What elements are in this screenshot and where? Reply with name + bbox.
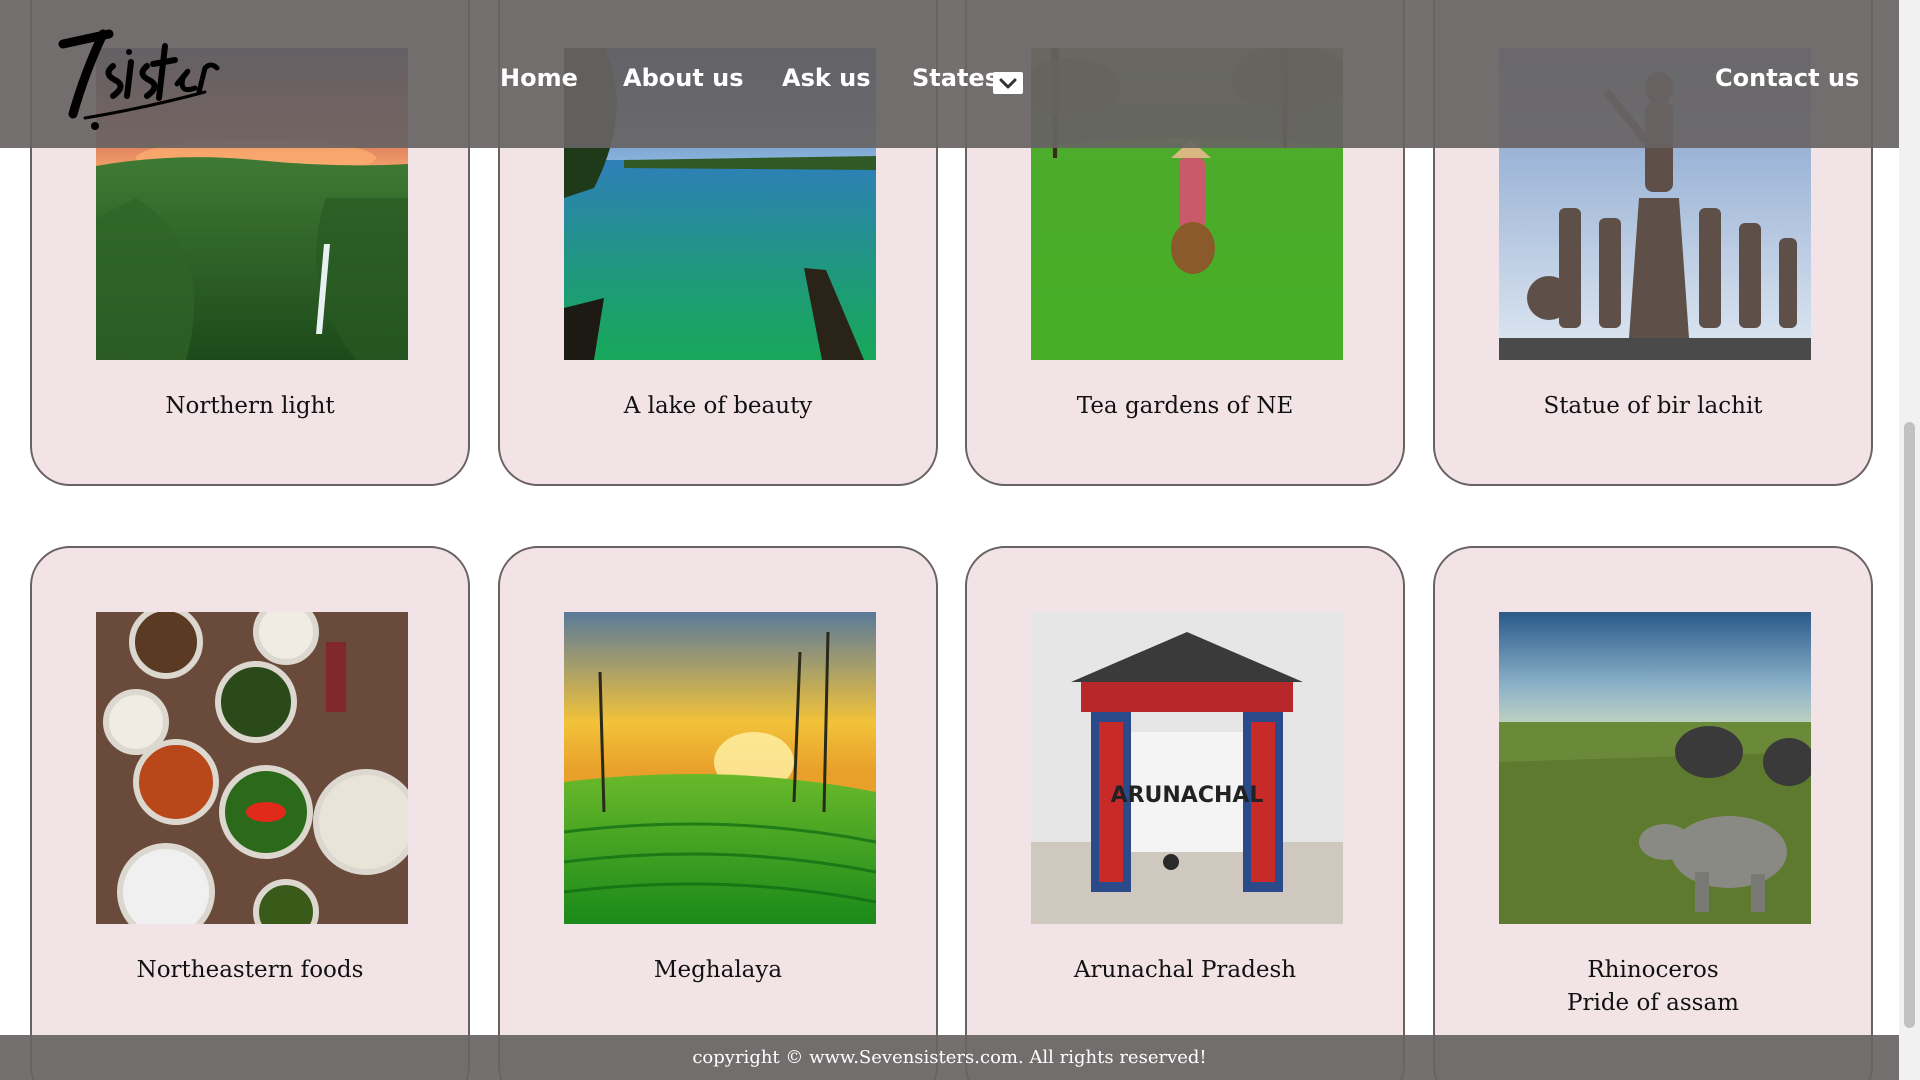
nav-about-us-link[interactable]: About us: [623, 64, 744, 92]
card-caption: Meghalaya: [653, 957, 783, 983]
site-header: Home About us Ask us States Contact us: [0, 0, 1899, 148]
nav-contact-us-link[interactable]: Contact us: [1715, 64, 1859, 92]
copyright-text: copyright © www.Sevensisters.com. All ri…: [692, 1047, 1207, 1068]
gallery-card-meghalaya[interactable]: Meghalaya: [498, 546, 938, 1080]
gallery-card-northeastern-foods[interactable]: Northeastern foods: [30, 546, 470, 1080]
seven-sisters-logo[interactable]: [55, 22, 225, 142]
site-footer: copyright © www.Sevensisters.com. All ri…: [0, 1035, 1899, 1080]
arunachal-gate-photo: ARUNACHAL: [1031, 612, 1343, 924]
food-photo: [96, 612, 408, 924]
vertical-scrollbar[interactable]: [1899, 0, 1920, 1080]
gallery-card-arunachal-pradesh[interactable]: ARUNACHAL Arunachal Pradesh: [965, 546, 1405, 1080]
nav-states-link[interactable]: States: [912, 64, 999, 92]
card-caption-rhino: Rhinoceros Pride of assam: [1435, 954, 1871, 1020]
nav-home-link[interactable]: Home: [500, 64, 578, 92]
states-dropdown-button[interactable]: [993, 72, 1023, 94]
card-caption-line2: Pride of assam: [1567, 990, 1739, 1016]
card-caption: A lake of beauty: [623, 393, 813, 419]
card-caption: Northeastern foods: [136, 957, 364, 983]
card-caption: Statue of bir lachit: [1543, 393, 1763, 419]
svg-text:ARUNACHAL: ARUNACHAL: [1111, 783, 1264, 808]
meghalaya-photo: [564, 612, 876, 924]
chevron-down-icon: [999, 78, 1017, 89]
gallery-card-rhinoceros[interactable]: Rhinoceros Pride of assam: [1433, 546, 1873, 1080]
nav-ask-us-link[interactable]: Ask us: [782, 64, 871, 92]
scrollbar-thumb[interactable]: [1904, 422, 1915, 1028]
card-caption: Northern light: [165, 393, 335, 419]
page: Northern light A lake of beauty Tea gard…: [0, 0, 1920, 1080]
card-caption: Tea gardens of NE: [1076, 393, 1294, 419]
rhino-photo: [1499, 612, 1811, 924]
card-caption-line1: Rhinoceros: [1587, 957, 1719, 983]
card-caption: Arunachal Pradesh: [1073, 957, 1297, 983]
